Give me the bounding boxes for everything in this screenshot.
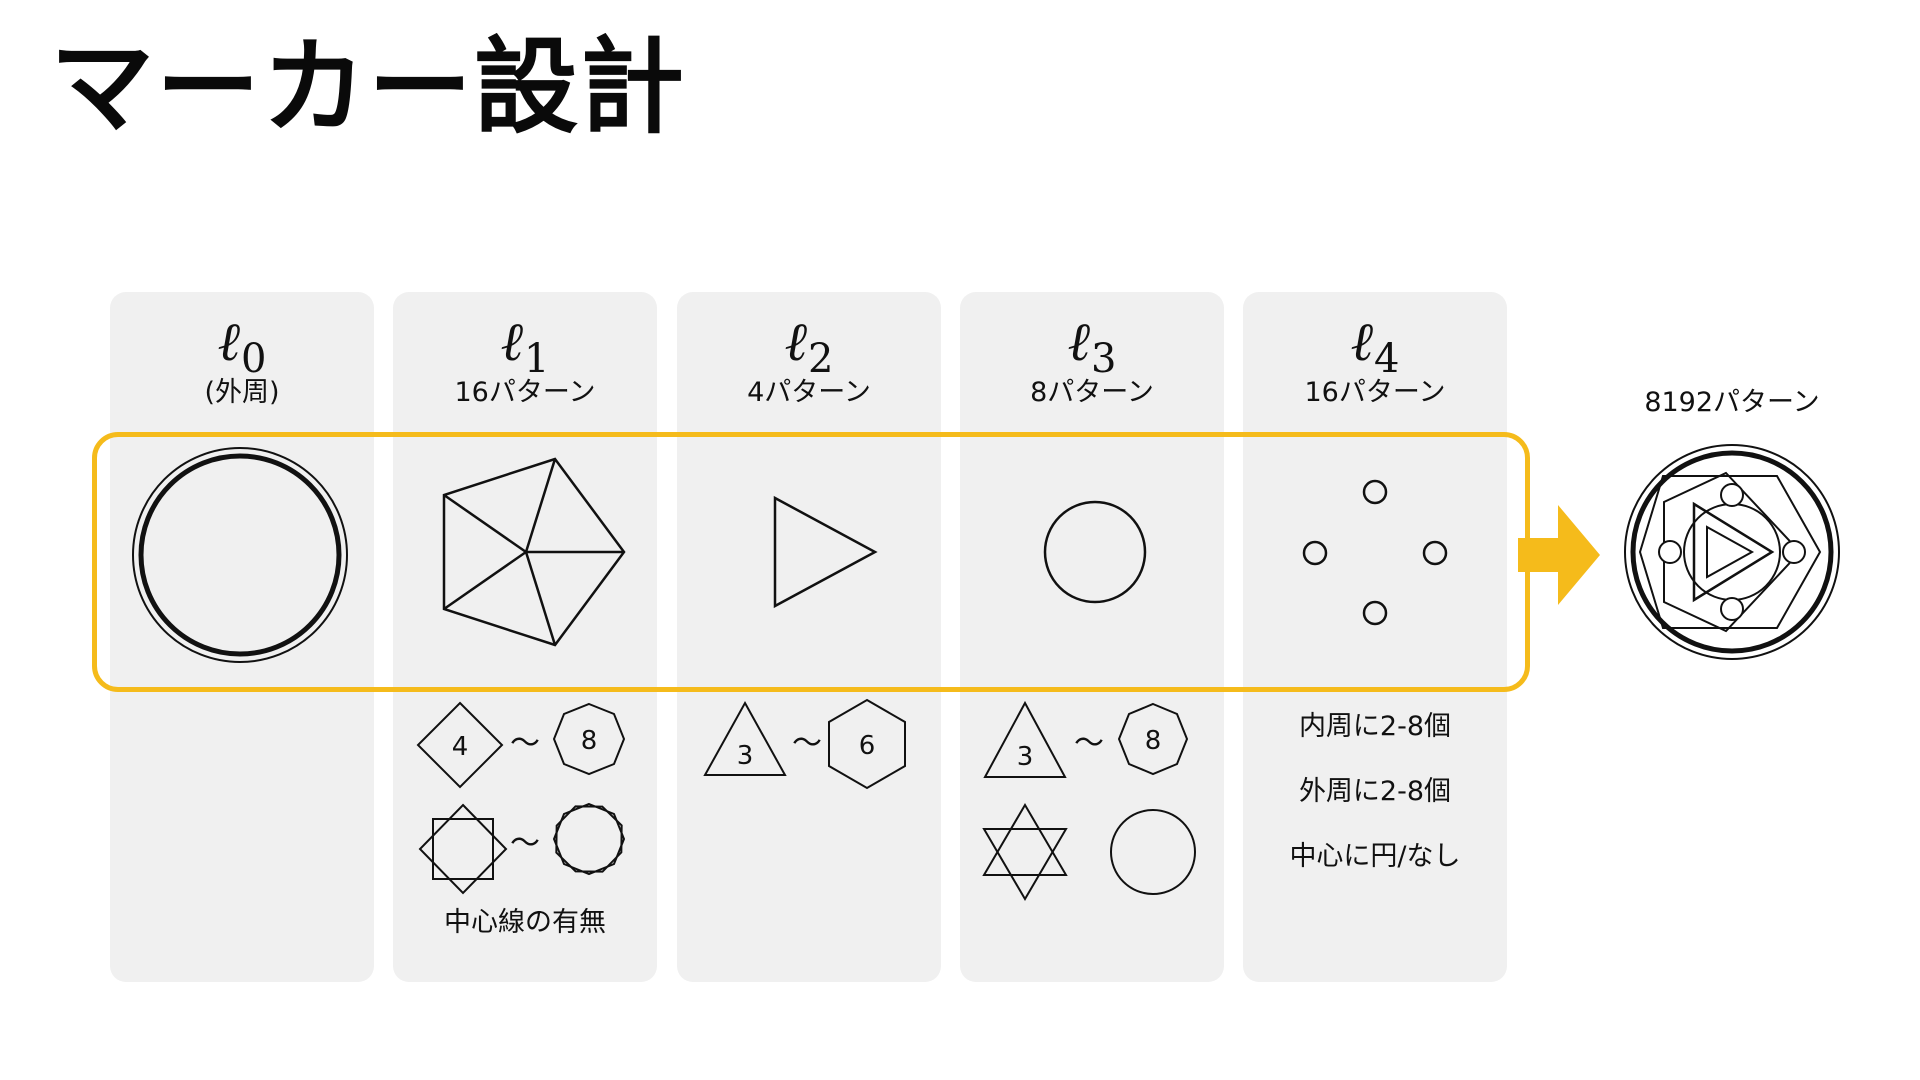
layer-2-symbol: ℓ2 — [784, 310, 834, 382]
layer-4-symbol: ℓ4 — [1350, 310, 1400, 382]
svg-text:〜: 〜 — [1074, 726, 1104, 761]
layer-0-symbol: ℓ0 — [217, 310, 267, 382]
arrow-right-icon — [1518, 505, 1600, 605]
layer-0-label: (外周) — [204, 377, 280, 408]
combined-marker-icon — [1624, 444, 1840, 660]
svg-text:〜: 〜 — [510, 726, 540, 761]
layer-1-variant-shapes: 4 8 〜 〜 — [416, 701, 626, 895]
highlight-frame — [92, 432, 1530, 692]
svg-text:6: 6 — [859, 731, 876, 761]
svg-text:8: 8 — [1145, 726, 1162, 756]
svg-text:3: 3 — [1017, 742, 1034, 772]
layer-3-variant-shapes: 3 8 〜 — [982, 700, 1196, 901]
page-title: マーカー設計 — [50, 26, 687, 148]
layer-2-pattern-count: 4パターン — [747, 377, 871, 408]
layer-3-symbol: ℓ3 — [1067, 310, 1117, 382]
svg-text:〜: 〜 — [792, 726, 822, 761]
layer-1-pattern-count: 16パターン — [454, 377, 596, 408]
layer-3-pattern-count: 8パターン — [1030, 377, 1154, 408]
layer-1-note: 中心線の有無 — [444, 907, 606, 938]
layer-4-note-outer: 外周に2-8個 — [1298, 776, 1452, 807]
svg-text:8: 8 — [581, 726, 598, 756]
svg-text:4: 4 — [452, 732, 469, 762]
svg-text:〜: 〜 — [510, 826, 540, 861]
svg-text:3: 3 — [737, 741, 754, 771]
layer-4-pattern-count: 16パターン — [1304, 377, 1446, 408]
layer-4-note-center: 中心に円/なし — [1289, 841, 1461, 872]
result-pattern-count: 8192パターン — [1644, 387, 1820, 418]
layer-1-symbol: ℓ1 — [500, 310, 550, 382]
layer-2-variant-shapes: 3 6 〜 — [703, 698, 906, 790]
layer-4-note-inner: 内周に2-8個 — [1298, 711, 1452, 742]
